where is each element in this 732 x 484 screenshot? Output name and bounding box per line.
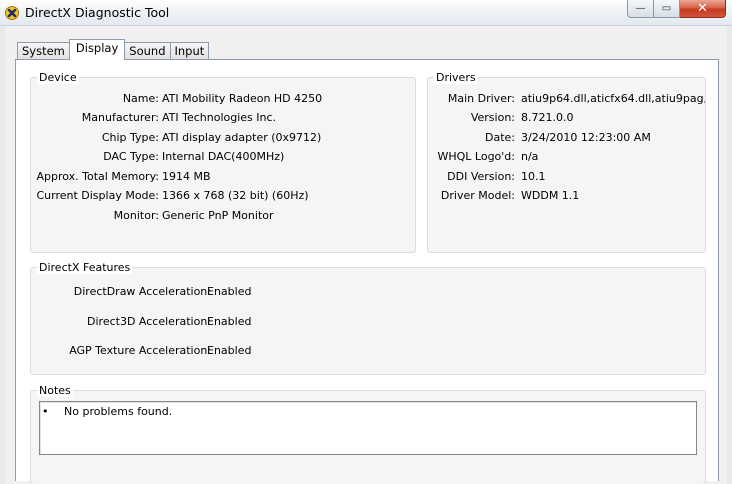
drivers-main-driver-value: atiu9p64.dll,aticfx64.dll,atiu9pag,atic — [521, 92, 705, 105]
maximize-icon: ▭ — [661, 3, 672, 14]
device-display-mode-label: Current Display Mode: — [36, 189, 159, 202]
tab-sound[interactable]: Sound — [125, 42, 170, 60]
drivers-date-value: 3/24/2010 12:23:00 AM — [521, 131, 651, 144]
drivers-ddi-version-label: DDI Version: — [447, 170, 515, 183]
notes-group: Notes • No problems found. — [30, 384, 706, 484]
device-total-memory-label: Approx. Total Memory: — [36, 170, 160, 183]
agp-texture-acceleration-value: Enabled — [207, 344, 252, 357]
display-tab-panel: Device Name: ATI Mobility Radeon HD 4250… — [15, 59, 719, 484]
agp-texture-acceleration-label: AGP Texture Acceleration: — [69, 344, 211, 357]
maximize-button[interactable]: ▭ — [654, 0, 680, 18]
drivers-group: Drivers Main Driver: atiu9p64.dll,aticfx… — [427, 71, 706, 253]
close-icon: ✕ — [697, 1, 708, 16]
device-group-title: Device — [37, 71, 79, 84]
window-title: DirectX Diagnostic Tool — [25, 5, 170, 20]
device-dac-type-label: DAC Type: — [103, 150, 159, 163]
device-group: Device Name: ATI Mobility Radeon HD 4250… — [30, 71, 416, 253]
device-dac-type-value: Internal DAC(400MHz) — [162, 150, 285, 163]
device-name-label: Name: — [122, 92, 159, 105]
device-chip-type-value: ATI display adapter (0x9712) — [162, 131, 322, 144]
drivers-content: Main Driver: atiu9p64.dll,aticfx64.dll,a… — [428, 78, 705, 252]
device-name-value: ATI Mobility Radeon HD 4250 — [162, 92, 323, 105]
drivers-date-label: Date: — [485, 131, 515, 144]
direct3d-acceleration-label: Direct3D Acceleration: — [87, 315, 211, 328]
directdraw-acceleration-label: DirectDraw Acceleration: — [73, 285, 211, 298]
device-total-memory-value: 1914 MB — [162, 170, 211, 183]
direct3d-acceleration-value: Enabled — [207, 315, 252, 328]
device-display-mode-value: 1366 x 768 (32 bit) (60Hz) — [162, 189, 309, 202]
device-manufacturer-label: Manufacturer: — [81, 111, 159, 124]
notes-group-title: Notes — [37, 384, 73, 397]
directdraw-acceleration-value: Enabled — [207, 285, 252, 298]
tab-input[interactable]: Input — [169, 42, 210, 60]
minimize-icon: — — [635, 3, 646, 14]
note-bullet: • — [42, 405, 49, 418]
note-text: No problems found. — [64, 405, 173, 418]
tab-strip: System Display Sound Input — [17, 39, 210, 60]
dialog-body: System Display Sound Input Device Name: … — [5, 26, 727, 484]
tab-display[interactable]: Display — [68, 39, 126, 60]
drivers-version-value: 8.721.0.0 — [521, 111, 574, 124]
drivers-whql-label: WHQL Logo'd: — [437, 150, 515, 163]
directx-features-group-title: DirectX Features — [37, 261, 133, 274]
close-button[interactable]: ✕ — [680, 0, 726, 18]
drivers-version-label: Version: — [470, 111, 515, 124]
device-monitor-label: Monitor: — [113, 209, 159, 222]
tab-system[interactable]: System — [17, 42, 69, 60]
directx-x-icon — [5, 6, 19, 20]
device-monitor-value: Generic PnP Monitor — [162, 209, 274, 222]
drivers-main-driver-label: Main Driver: — [447, 92, 515, 105]
window-controls: — ▭ ✕ — [627, 0, 726, 18]
drivers-whql-value: n/a — [521, 150, 539, 163]
directx-features-group: DirectX Features DirectDraw Acceleration… — [30, 261, 706, 375]
drivers-ddi-version-value: 10.1 — [521, 170, 546, 183]
device-chip-type-label: Chip Type: — [101, 131, 159, 144]
title-bar: DirectX Diagnostic Tool — ▭ ✕ — [0, 0, 732, 26]
notes-text-area[interactable]: • No problems found. — [39, 401, 697, 455]
drivers-driver-model-value: WDDM 1.1 — [521, 189, 580, 202]
drivers-driver-model-label: Driver Model: — [440, 189, 515, 202]
device-manufacturer-value: ATI Technologies Inc. — [162, 111, 277, 124]
minimize-button[interactable]: — — [627, 0, 654, 18]
